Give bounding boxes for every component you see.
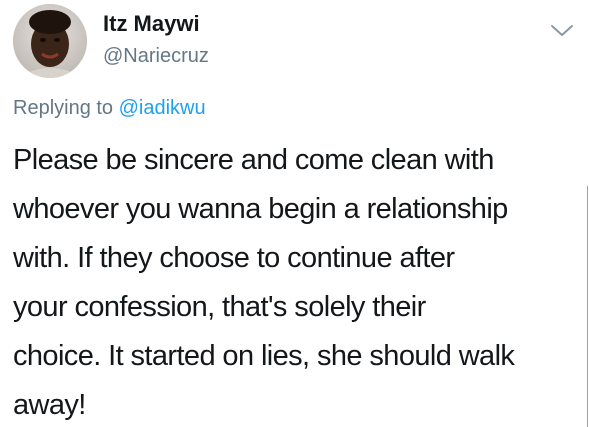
tweet-card: Itz Maywi @Nariecruz Replying to @iadikw…: [0, 0, 589, 427]
user-handle[interactable]: @Nariecruz: [103, 44, 209, 68]
reply-prefix: Replying to: [13, 97, 114, 119]
tweet-text-line: your confession, that's solely their: [13, 291, 426, 323]
tweet-text-line: choice. It started on lies, she should w…: [13, 340, 515, 372]
display-name[interactable]: Itz Maywi: [103, 11, 200, 37]
screenshot-edge-divider: [587, 186, 588, 427]
profile-photo-icon: [13, 4, 87, 78]
tweet-text: Please be sincere and come clean with wh…: [13, 136, 581, 427]
tweet-text-line: away!: [13, 389, 86, 421]
tweet-text-line: Please be sincere and come clean with: [13, 144, 494, 176]
reply-target-link[interactable]: @iadikwu: [119, 97, 206, 119]
reply-context: Replying to @iadikwu: [13, 96, 206, 120]
tweet-text-line: whoever you wanna begin a relationship: [13, 193, 508, 225]
tweet-text-line: with. If they choose to continue after: [13, 242, 455, 274]
tweet-menu-button[interactable]: [549, 20, 575, 40]
avatar[interactable]: [13, 4, 87, 78]
chevron-down-icon: [551, 25, 573, 36]
